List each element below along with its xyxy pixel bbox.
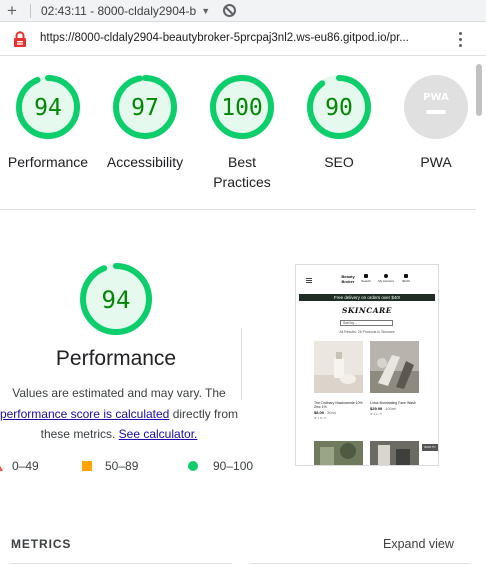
stop-icon[interactable]: [223, 4, 237, 17]
see-calculator-link[interactable]: See calculator.: [119, 427, 198, 441]
legend-pass: 90–100: [188, 459, 253, 473]
tab-dropdown-icon[interactable]: ▼: [201, 6, 210, 16]
score-value: 97: [131, 95, 159, 121]
section-divider: [0, 209, 476, 210]
score-ring: 97: [113, 75, 177, 139]
product-card: The Ordinary Niacinamide 10% Zinc 1% $8.…: [314, 341, 363, 420]
address-bar: https://8000-cldaly2904-beautybroker-5pr…: [0, 22, 486, 56]
more-options-icon[interactable]: [454, 31, 466, 48]
gauge-label: Accessibility: [106, 154, 184, 170]
product-name: The Ordinary Niacinamide 10% Zinc 1%: [314, 401, 363, 409]
score-ring: 90: [307, 75, 371, 139]
category-title: SKINCARE: [341, 306, 393, 315]
description-text: directly from: [169, 406, 239, 421]
score-value: 100: [221, 95, 263, 121]
legend-range: 0–49: [12, 459, 39, 473]
average-square-icon: [82, 461, 92, 471]
metric-row-divider: [10, 563, 232, 564]
search-icon: Search: [358, 274, 374, 283]
account-icon: My Account: [378, 274, 394, 283]
legend-range: 90–100: [213, 459, 254, 473]
thumbnail-site-header: Beauty Broker Search My Account $0.00: [296, 265, 438, 293]
performance-score-value: 94: [102, 286, 131, 314]
back-to-top-button: BACK TO TOP: [422, 444, 438, 456]
pass-circle-icon: [188, 461, 198, 471]
result-count: All Results: 26 Products in Skincare: [339, 330, 395, 334]
product-price: $29.99 100ml: [370, 406, 397, 411]
score-value: 90: [325, 95, 353, 121]
product-rating: ★ 4.5 / 5: [314, 416, 326, 420]
description-text: Values are estimated and may vary. The: [12, 386, 226, 400]
score-value: 94: [34, 95, 62, 121]
legend-range: 50–89: [105, 459, 139, 473]
fail-triangle-icon: [0, 461, 3, 471]
tab-strip: + 02:43:11 - 8000-cldaly2904-b ▼: [0, 0, 486, 22]
product-image: [314, 441, 363, 465]
cart-icon: $0.00: [398, 274, 414, 283]
page-screenshot-thumbnail[interactable]: Beauty Broker Search My Account $0.00 Fr…: [295, 264, 439, 466]
score-ring: 94: [16, 75, 80, 139]
sort-select: Sort by...: [340, 320, 393, 326]
tab-title[interactable]: 02:43:11 - 8000-cldaly2904-b: [41, 4, 196, 18]
product-price: $8.00 30ml: [314, 410, 336, 415]
legend-average: 50–89: [82, 459, 138, 473]
tab-divider: [30, 3, 31, 18]
description-text: these metrics.: [40, 427, 119, 441]
performance-description: Values are estimated and may vary. The p…: [0, 383, 244, 445]
legend-fail: 0–49: [0, 459, 39, 473]
gauge-label: PWA: [420, 154, 452, 170]
pwa-badge-icon: PWA: [404, 75, 468, 139]
gauge-label: Best Practices: [213, 154, 271, 190]
gauge-label: SEO: [324, 154, 354, 170]
product-rating: ★ 4.2 / 5: [370, 412, 382, 416]
product-image: [370, 341, 419, 393]
metrics-heading: METRICS: [11, 537, 72, 551]
pwa-badge-text: PWA: [423, 92, 449, 103]
gauge-label: Performance: [7, 154, 89, 170]
product-card: Lotus Illuminating Face Wash $29.99 100ml…: [370, 341, 419, 416]
product-name: Lotus Illuminating Face Wash: [370, 401, 416, 405]
product-image: [370, 441, 419, 465]
score-ring: 100: [210, 75, 274, 139]
site-logo: Beauty Broker: [341, 274, 355, 284]
gauge-performance[interactable]: 94 Performance: [0, 74, 98, 172]
expand-view-toggle[interactable]: Expand view: [383, 537, 454, 551]
performance-score-gauge: 94: [80, 263, 152, 335]
new-tab-icon[interactable]: +: [0, 1, 24, 21]
gauge-seo[interactable]: 90 SEO: [289, 74, 389, 172]
url-field[interactable]: https://8000-cldaly2904-beautybroker-5pr…: [40, 32, 409, 44]
gauge-best-practices[interactable]: 100 Best Practices: [192, 74, 292, 192]
product-image: [314, 341, 363, 393]
gauge-pwa[interactable]: PWA PWA: [386, 74, 486, 172]
metric-row-divider: [250, 563, 470, 564]
menu-icon: [306, 278, 312, 283]
delivery-banner: Free delivery on orders over $40!: [299, 294, 435, 301]
lock-icon[interactable]: [13, 31, 27, 48]
gauge-accessibility[interactable]: 97 Accessibility: [95, 74, 195, 172]
performance-heading: Performance: [55, 347, 177, 370]
score-calculation-link[interactable]: performance score is calculated: [0, 407, 169, 421]
